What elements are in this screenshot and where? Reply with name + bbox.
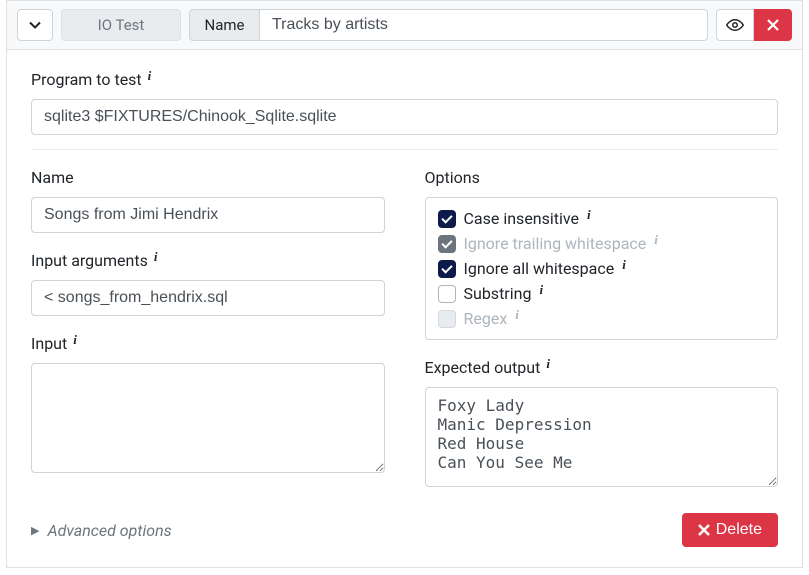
delete-button[interactable]: Delete — [682, 513, 778, 547]
input-args-input[interactable] — [31, 280, 385, 316]
info-icon[interactable]: i — [539, 283, 543, 296]
close-icon — [767, 19, 779, 31]
name-label: Name — [31, 168, 385, 187]
checkbox-checked-icon — [438, 260, 456, 278]
collapse-toggle[interactable] — [17, 9, 53, 41]
caret-right-icon: ▶ — [31, 524, 39, 537]
name-field-label: Name — [189, 9, 259, 41]
option-ignore-all-whitespace[interactable]: Ignore all whitespace i — [438, 256, 766, 281]
test-type-badge: IO Test — [61, 9, 181, 41]
info-icon[interactable]: i — [654, 233, 658, 246]
option-substring[interactable]: Substring i — [438, 281, 766, 306]
option-ignore-trailing-whitespace: Ignore trailing whitespace i — [438, 231, 766, 256]
option-case-insensitive[interactable]: Case insensitive i — [438, 206, 766, 231]
left-column: Name Input argumentsi Inputi — [31, 168, 385, 491]
panel-header: IO Test Name — [7, 1, 802, 50]
expected-output-textarea[interactable] — [425, 387, 779, 487]
eye-icon — [726, 16, 744, 34]
option-regex: Regex i — [438, 306, 766, 331]
program-input[interactable] — [31, 99, 778, 135]
visibility-toggle[interactable] — [716, 9, 754, 41]
footer-row: ▶ Advanced options Delete — [31, 513, 778, 547]
info-icon[interactable]: i — [154, 250, 158, 263]
right-column: Options Case insensitive i Ignore traili… — [425, 168, 779, 491]
close-icon — [698, 524, 710, 536]
input-args-label: Input argumentsi — [31, 251, 385, 270]
io-test-panel: IO Test Name Program to testi Name — [6, 0, 803, 568]
advanced-options-toggle[interactable]: ▶ Advanced options — [31, 521, 172, 540]
checkbox-checked-disabled-icon — [438, 235, 456, 253]
program-label: Program to testi — [31, 70, 778, 89]
expected-output-label: Expected outputi — [425, 358, 779, 377]
info-icon[interactable]: i — [73, 333, 77, 346]
header-actions — [716, 9, 792, 41]
options-label: Options — [425, 168, 779, 187]
divider — [31, 149, 778, 150]
info-icon[interactable]: i — [587, 208, 591, 221]
remove-test-button[interactable] — [754, 9, 792, 41]
panel-body: Program to testi Name Input argumentsi I… — [7, 50, 802, 567]
test-name-input[interactable] — [259, 9, 708, 41]
options-box: Case insensitive i Ignore trailing white… — [425, 197, 779, 340]
chevron-down-icon — [29, 19, 41, 31]
input-textarea[interactable] — [31, 363, 385, 473]
info-icon[interactable]: i — [622, 258, 626, 271]
checkbox-unchecked-disabled-icon — [438, 310, 456, 328]
checkbox-unchecked-icon — [438, 285, 456, 303]
case-name-input[interactable] — [31, 197, 385, 233]
checkbox-checked-icon — [438, 210, 456, 228]
input-label: Inputi — [31, 334, 385, 353]
info-icon[interactable]: i — [515, 308, 519, 321]
info-icon[interactable]: i — [148, 69, 152, 82]
info-icon[interactable]: i — [546, 357, 550, 370]
